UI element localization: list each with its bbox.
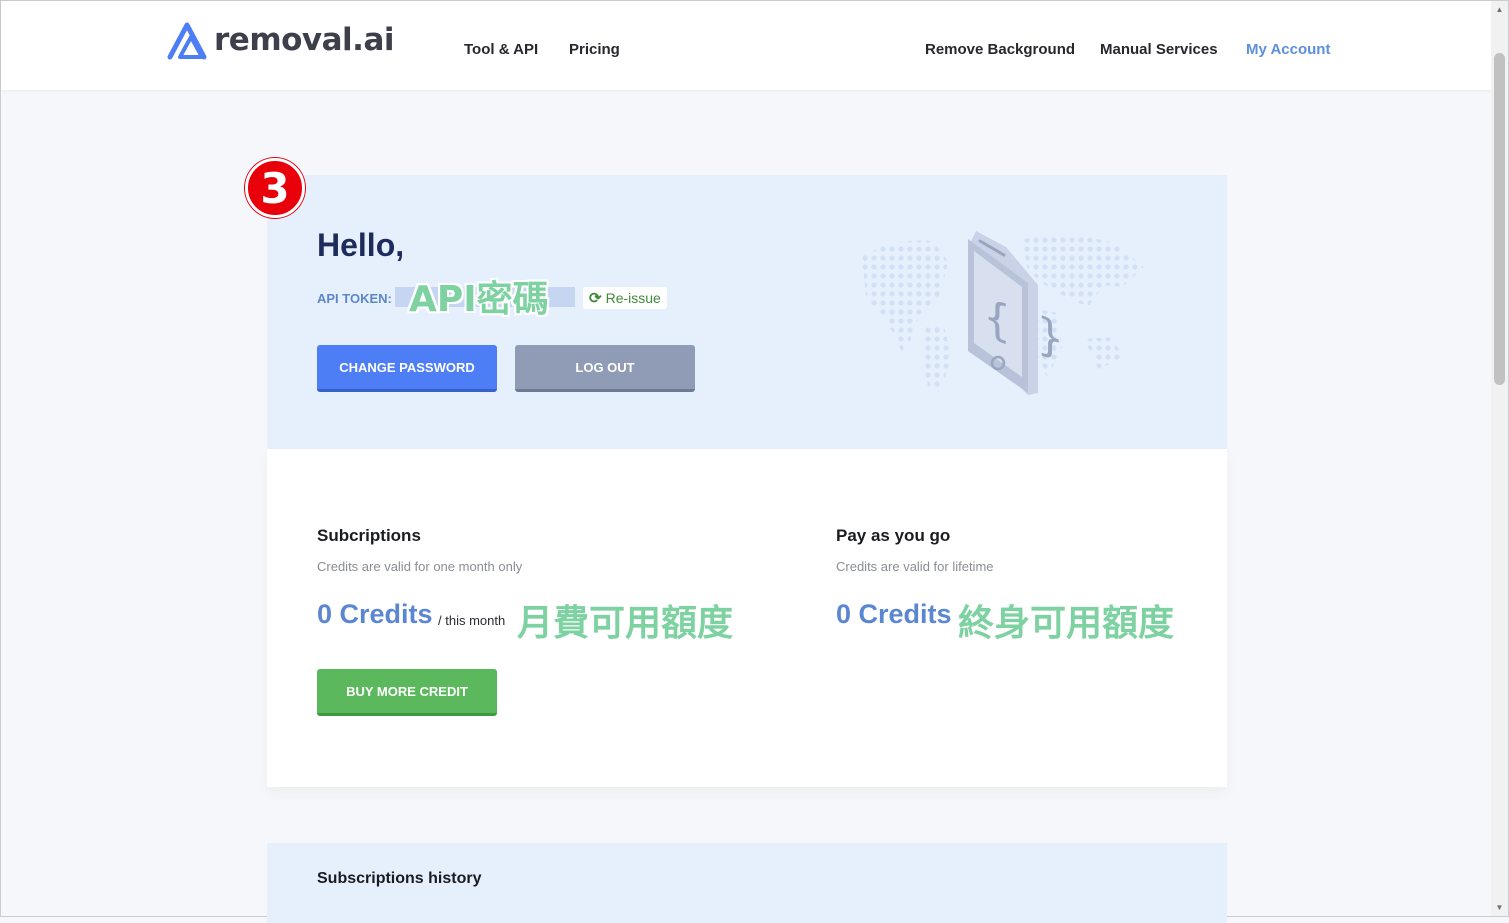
payg-credits-value: 0 Credits (836, 599, 952, 629)
logout-button[interactable]: LOG OUT (515, 345, 695, 392)
change-password-button[interactable]: CHANGE PASSWORD (317, 345, 497, 392)
reissue-button[interactable]: ⟳ Re-issue (583, 287, 667, 309)
site-header: removal.ai Tool & API Pricing Remove Bac… (1, 1, 1492, 90)
subscriptions-title: Subcriptions (317, 526, 421, 545)
subscription-annotation: 月費可用額度 (517, 603, 734, 644)
step-badge: 3 (245, 158, 305, 218)
payg-subtitle: Credits are valid for lifetime (836, 559, 994, 574)
scroll-up-icon[interactable]: ▲ (1491, 1, 1508, 18)
subscriptions-subtitle: Credits are valid for one month only (317, 559, 523, 574)
nav-pricing[interactable]: Pricing (569, 41, 620, 58)
api-token-label: API TOKEN: (317, 291, 392, 306)
subscription-credits-unit: / this month (438, 613, 506, 628)
subscriptions-history-section: Subscriptions history (267, 843, 1227, 923)
payg-annotation: 終身可用額度 (958, 603, 1175, 644)
brand-logo[interactable]: removal.ai (166, 19, 395, 61)
subscription-credits-value: 0 Credits (317, 599, 433, 629)
greeting-heading: Hello, (317, 227, 405, 263)
refresh-icon: ⟳ (589, 290, 602, 307)
brand-logo-icon (167, 22, 207, 60)
phone-code-icon: { } (862, 231, 1144, 395)
scroll-down-icon[interactable]: ▼ (1491, 899, 1508, 916)
reissue-label: Re-issue (605, 290, 661, 306)
credits-card: Subcriptions Credits are valid for one m… (267, 449, 1227, 787)
nav-my-account[interactable]: My Account (1246, 41, 1330, 58)
nav-tool-api[interactable]: Tool & API (464, 41, 538, 58)
api-token-annotation: API密碼 (409, 279, 549, 320)
buy-more-credit-button[interactable]: BUY MORE CREDIT (317, 669, 497, 716)
scroll-thumb[interactable] (1494, 53, 1505, 385)
account-hero-card: Hello, API TOKEN: API密碼 ⟳ Re-issue CHANG… (267, 175, 1227, 449)
payg-title: Pay as you go (836, 526, 951, 545)
nav-manual-services[interactable]: Manual Services (1100, 41, 1218, 58)
brand-name: removal.ai (214, 22, 395, 58)
page-scrollbar[interactable]: ▲ ▼ (1491, 1, 1508, 916)
subscriptions-history-title: Subscriptions history (317, 870, 482, 887)
nav-remove-background[interactable]: Remove Background (925, 41, 1075, 58)
